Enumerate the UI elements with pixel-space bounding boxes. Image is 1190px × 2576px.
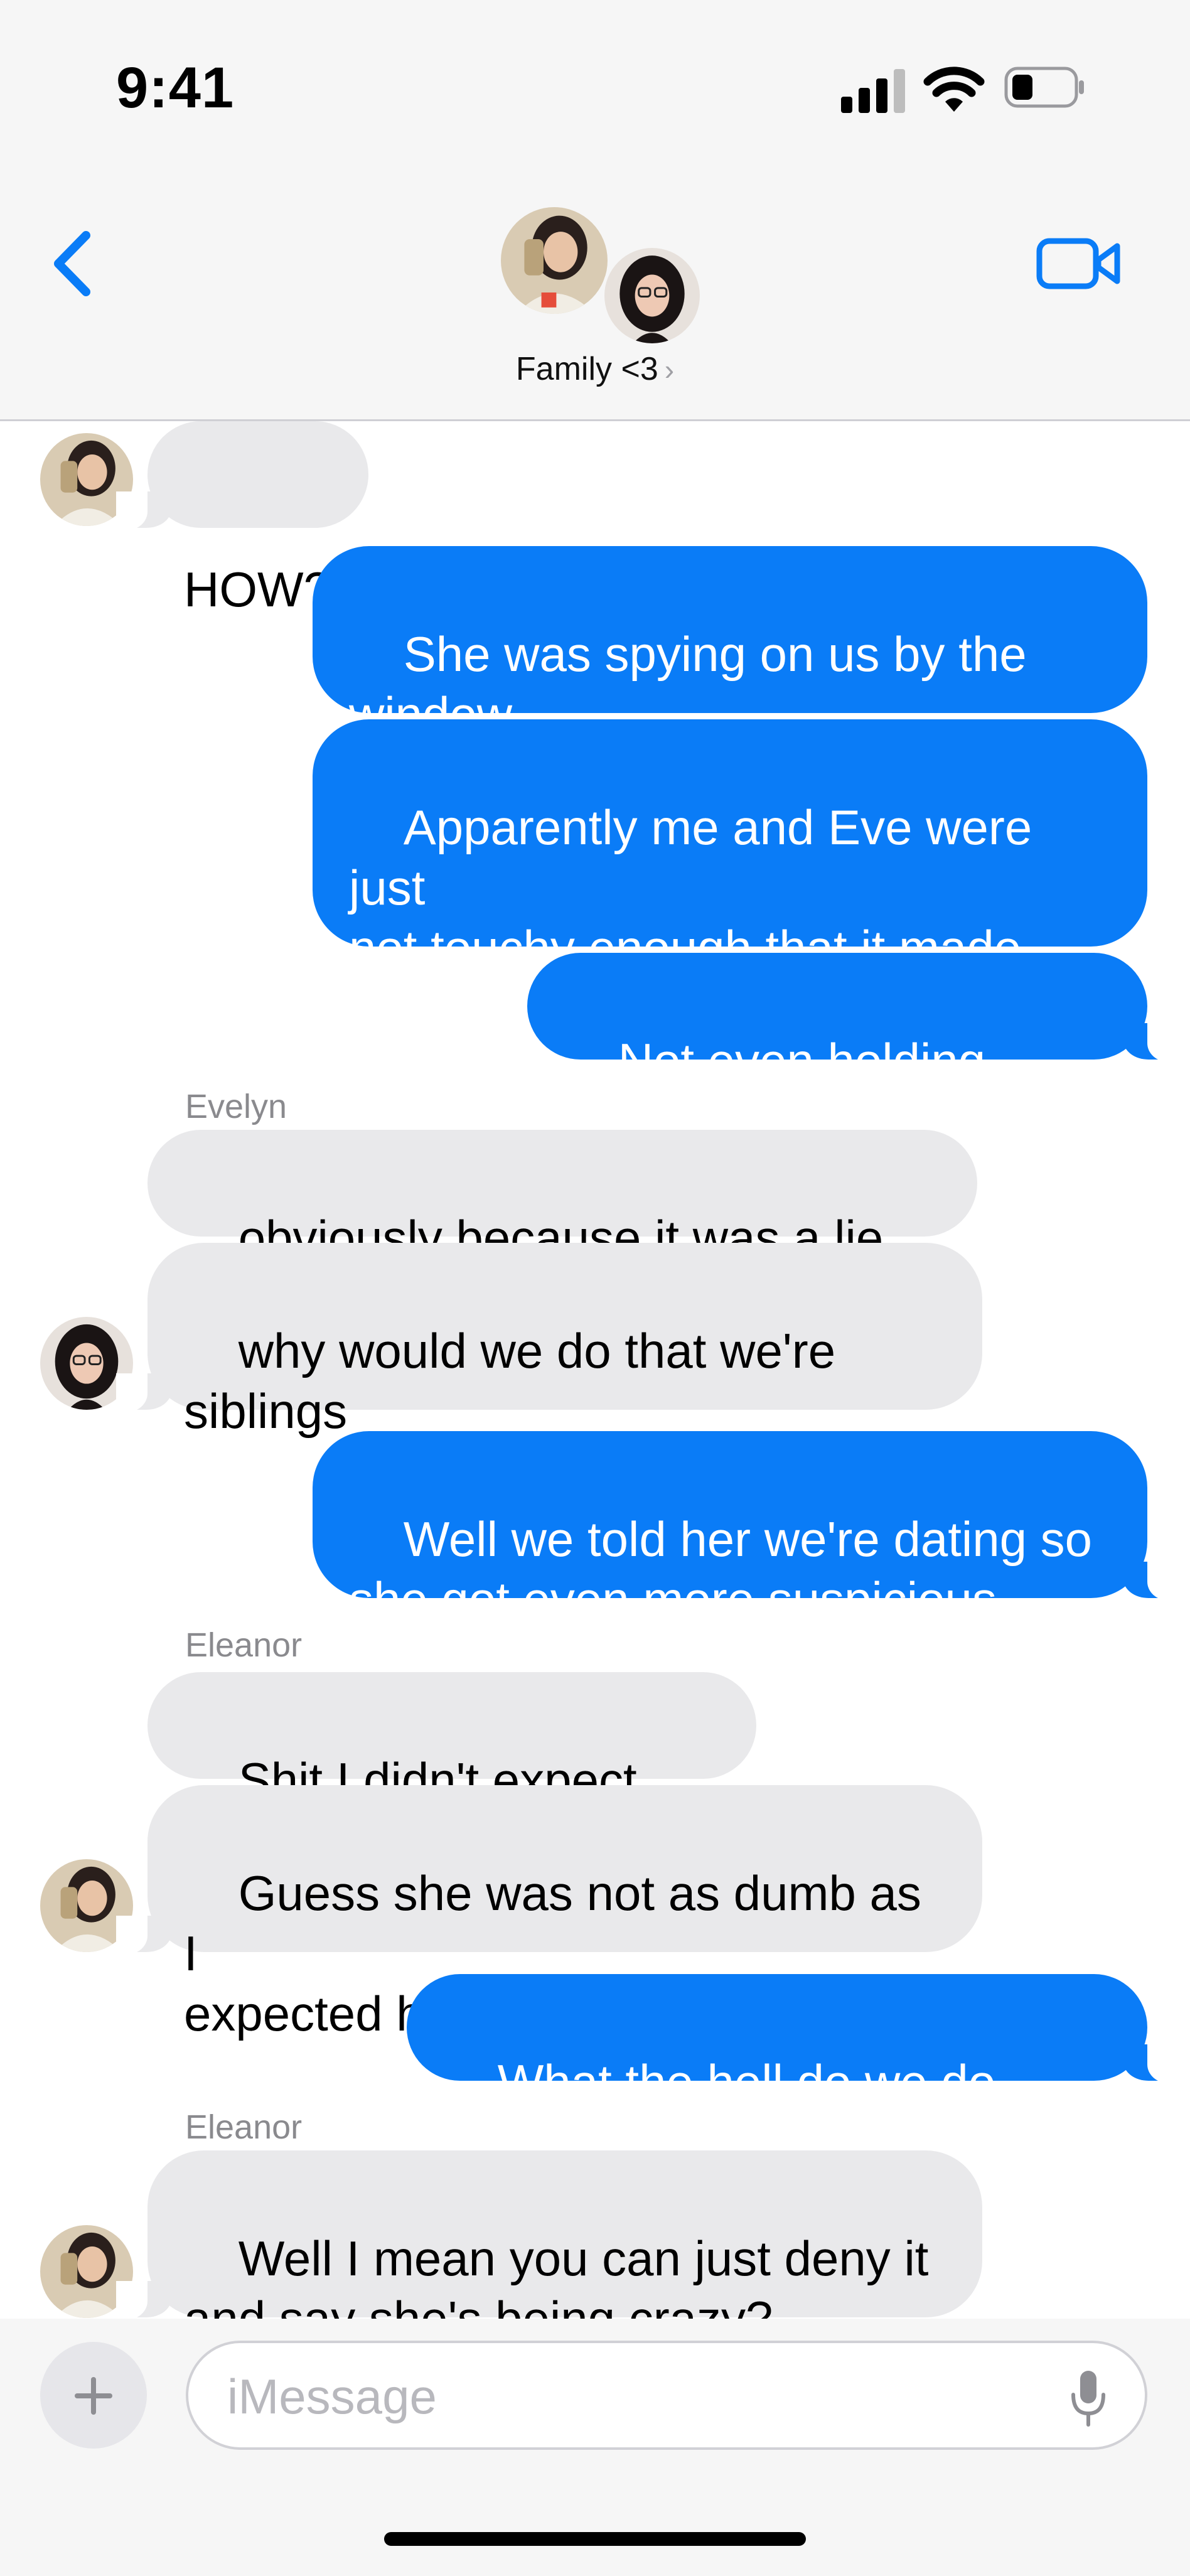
message-text: Well we told her we're dating so she got…	[349, 1511, 1093, 1627]
avatar-evelyn-image	[604, 248, 700, 343]
status-bar: 9:41	[0, 0, 1190, 163]
message-bubble-outgoing[interactable]: Apparently me and Eve were just not touc…	[313, 719, 1147, 1036]
home-indicator	[384, 2532, 806, 2546]
message-bubble-incoming[interactable]: why would we do that we're siblings	[116, 1243, 982, 1439]
message-bubble-incoming[interactable]: Well I mean you can just deny it and say…	[116, 2150, 982, 2346]
group-name: Family <3	[515, 351, 658, 387]
cellular-signal-icon	[841, 69, 907, 113]
group-avatar-evelyn[interactable]	[601, 245, 703, 346]
message-bubble-outgoing[interactable]: Not even holding hands	[527, 953, 1179, 1149]
sender-name: Eleanor	[185, 1626, 303, 1664]
message-bubble-incoming[interactable]: Shit I didn't expect that	[147, 1672, 756, 1868]
message-text: HOW?	[184, 562, 331, 617]
message-bubble-incoming[interactable]: HOW?	[116, 421, 368, 617]
status-time: 9:41	[116, 56, 235, 120]
sender-name: Evelyn	[185, 1088, 287, 1125]
battery-icon	[1004, 67, 1084, 108]
wifi-icon	[923, 67, 985, 112]
group-avatar-eleanor[interactable]	[498, 204, 611, 317]
message-bubble-incoming[interactable]: obviously because it was a lie	[147, 1130, 977, 1320]
microphone-icon[interactable]	[1069, 2368, 1107, 2428]
message-bubble-outgoing[interactable]: What the hell do we do now?	[407, 1974, 1179, 2170]
message-bubble-outgoing[interactable]: Well we told her we're dating so she got…	[313, 1431, 1179, 1627]
message-input[interactable]: iMessage	[186, 2341, 1147, 2450]
compose-bar: iMessage	[0, 2319, 1190, 2576]
message-text: why would we do that we're siblings	[184, 1323, 836, 1439]
conversation-header: Family <3 ›	[0, 163, 1190, 421]
avatar-eleanor-image	[501, 207, 608, 314]
video-call-icon[interactable]	[1036, 232, 1123, 295]
message-bubble-outgoing[interactable]: She was spying on us by the window	[313, 546, 1147, 742]
conversation-title[interactable]: Family <3 ›	[0, 350, 1190, 388]
plus-icon[interactable]	[40, 2342, 147, 2449]
message-bubble-incoming[interactable]: Guess she was not as dumb as I expected …	[116, 1785, 982, 2041]
sender-name: Eleanor	[185, 2108, 303, 2146]
chevron-right-icon: ›	[664, 353, 675, 386]
back-chevron-icon[interactable]	[47, 229, 97, 298]
message-input-placeholder: iMessage	[227, 2369, 437, 2424]
